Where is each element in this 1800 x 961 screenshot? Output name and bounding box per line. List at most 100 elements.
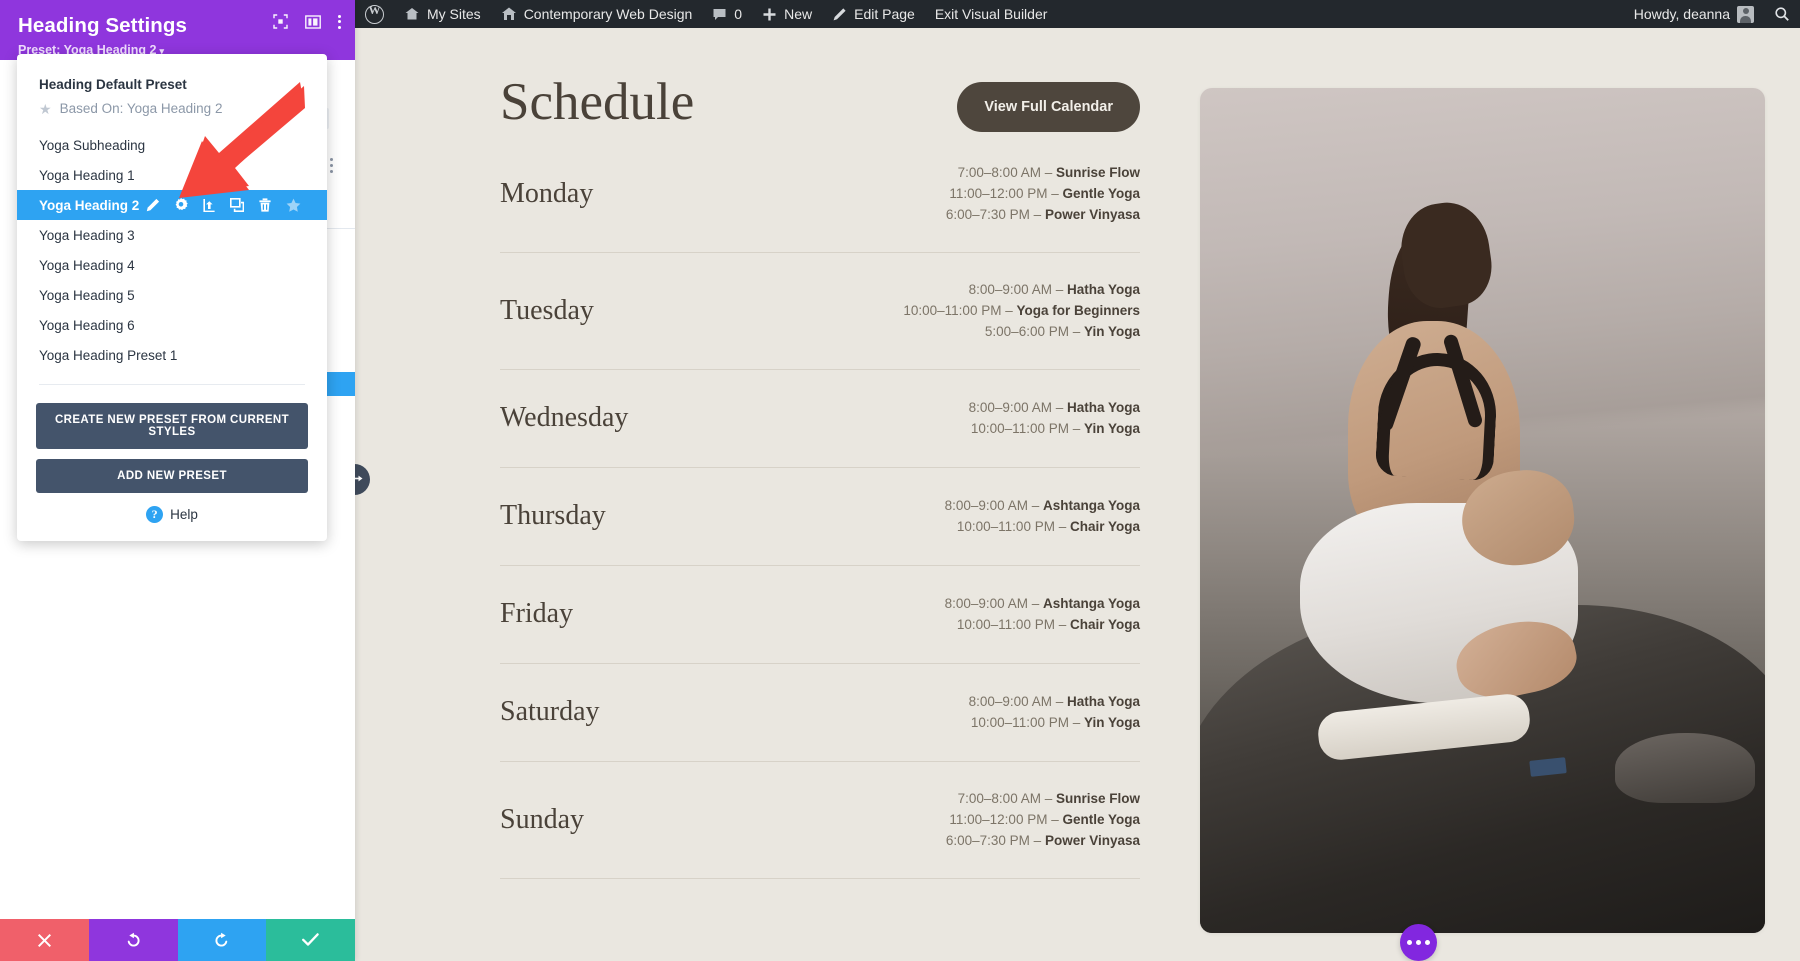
panel-row-kebab-icon[interactable] — [330, 158, 333, 173]
class-time: 10:00–11:00 PM — [971, 421, 1069, 436]
visual-builder-canvas: Schedule View Full Calendar Monday 7:00–8… — [355, 28, 1800, 961]
adminbar-account[interactable]: Howdy, deanna — [1624, 0, 1764, 28]
class-separator: – — [1001, 303, 1016, 318]
background-stone-shape — [1615, 733, 1755, 803]
class-name: Ashtanga Yoga — [1043, 596, 1140, 611]
kebab-dot — [338, 20, 341, 23]
schedule-day-name: Monday — [500, 178, 593, 210]
kebab-dot — [330, 170, 333, 173]
class-name: Chair Yoga — [1070, 617, 1140, 632]
wordpress-logo-icon — [365, 5, 384, 24]
class-separator: – — [1052, 694, 1067, 709]
preset-item-yoga-heading-preset-1[interactable]: Yoga Heading Preset 1 — [17, 340, 327, 370]
preset-item-yoga-heading-3[interactable]: Yoga Heading 3 — [17, 220, 327, 250]
close-x-icon — [37, 933, 52, 948]
settings-gear-icon[interactable] — [174, 198, 188, 212]
adminbar-search[interactable] — [1764, 0, 1800, 28]
schedule-class-line: 6:00–7:30 PM – Power Vinyasa — [946, 204, 1140, 225]
schedule-class-list: 7:00–8:00 AM – Sunrise Flow11:00–12:00 P… — [946, 788, 1140, 851]
schedule-class-line: 7:00–8:00 AM – Sunrise Flow — [946, 788, 1140, 809]
preset-item-yoga-subheading[interactable]: Yoga Subheading — [17, 130, 327, 160]
adminbar-exit-visual-builder[interactable]: Exit Visual Builder — [925, 0, 1058, 28]
cancel-button[interactable] — [0, 919, 89, 961]
schedule-class-line: 10:00–11:00 PM – Yin Yoga — [969, 418, 1140, 439]
floating-options-button[interactable] — [1400, 924, 1437, 961]
add-new-preset-button[interactable]: ADD NEW PRESET — [36, 459, 308, 493]
adminbar-wordpress-logo[interactable] — [355, 0, 394, 28]
adminbar-comments[interactable]: 0 — [702, 0, 752, 28]
star-icon: ★ — [39, 102, 52, 116]
class-time: 8:00–9:00 AM — [969, 694, 1052, 709]
schedule-class-line: 8:00–9:00 AM – Ashtanga Yoga — [945, 495, 1140, 516]
preset-item-actions — [146, 198, 305, 213]
responsive-preview-icon[interactable] — [273, 14, 288, 29]
adminbar-howdy-label: Howdy, deanna — [1634, 6, 1730, 22]
class-separator: – — [1055, 617, 1070, 632]
kebab-menu-icon[interactable] — [338, 15, 341, 29]
schedule-class-line: 8:00–9:00 AM – Hatha Yoga — [903, 279, 1140, 300]
preset-item-yoga-heading-5[interactable]: Yoga Heading 5 — [17, 280, 327, 310]
class-name: Gentle Yoga — [1062, 186, 1140, 201]
preset-item-label: Yoga Heading 4 — [39, 258, 135, 273]
class-name: Yin Yoga — [1084, 421, 1140, 436]
adminbar-new-label: New — [784, 6, 812, 22]
adminbar-new[interactable]: New — [752, 0, 822, 28]
redo-button[interactable] — [178, 919, 267, 961]
adminbar-edit-page[interactable]: Edit Page — [822, 0, 925, 28]
preset-dropdown-menu: Heading Default Preset ★ Based On: Yoga … — [17, 54, 327, 541]
undo-button[interactable] — [89, 919, 178, 961]
class-separator: – — [1030, 207, 1045, 222]
set-default-star-icon[interactable] — [286, 198, 301, 213]
class-name: Hatha Yoga — [1067, 282, 1140, 297]
class-separator: – — [1069, 715, 1084, 730]
search-icon — [1774, 6, 1790, 22]
plus-icon — [762, 7, 777, 22]
duplicate-icon[interactable] — [230, 198, 244, 212]
preset-item-yoga-heading-1[interactable]: Yoga Heading 1 — [17, 160, 327, 190]
class-time: 10:00–11:00 PM — [903, 303, 1001, 318]
rename-pencil-icon[interactable] — [146, 198, 160, 212]
help-link[interactable]: ? Help — [17, 506, 327, 523]
class-separator: – — [1047, 812, 1062, 827]
kebab-dot — [330, 164, 333, 167]
class-separator: – — [1028, 596, 1043, 611]
save-button[interactable] — [266, 919, 355, 961]
export-icon[interactable] — [202, 198, 216, 212]
adminbar-my-sites[interactable]: My Sites — [394, 0, 491, 28]
schedule-class-line: 11:00–12:00 PM – Gentle Yoga — [946, 183, 1140, 204]
hero-image-column — [1160, 58, 1740, 961]
default-preset-block: Heading Default Preset ★ Based On: Yoga … — [17, 68, 327, 118]
preset-item-yoga-heading-4[interactable]: Yoga Heading 4 — [17, 250, 327, 280]
delete-trash-icon[interactable] — [258, 198, 272, 212]
kebab-dot — [338, 26, 341, 29]
class-time: 7:00–8:00 AM — [958, 791, 1041, 806]
adminbar-site-name[interactable]: Contemporary Web Design — [491, 0, 703, 28]
class-separator: – — [1055, 519, 1070, 534]
schedule-day-row: Saturday8:00–9:00 AM – Hatha Yoga10:00–1… — [500, 664, 1140, 762]
class-name: Power Vinyasa — [1045, 207, 1140, 222]
layout-columns-icon[interactable] — [305, 15, 321, 29]
page-title: Schedule — [500, 76, 694, 129]
class-time: 10:00–11:00 PM — [971, 715, 1069, 730]
class-time: 8:00–9:00 AM — [969, 400, 1052, 415]
schedule-day-name: Wednesday — [500, 402, 628, 434]
class-time: 8:00–9:00 AM — [969, 282, 1052, 297]
panel-header: Heading Settings Preset: Yoga Heading 2▾ — [0, 0, 355, 60]
preset-item-label: Yoga Heading Preset 1 — [39, 348, 177, 363]
preset-item-yoga-heading-2[interactable]: Yoga Heading 2 — [17, 190, 327, 220]
kebab-dot — [338, 15, 341, 18]
hero-photo — [1200, 88, 1765, 933]
class-name: Yoga for Beginners — [1016, 303, 1140, 318]
view-full-calendar-button[interactable]: View Full Calendar — [957, 82, 1140, 132]
class-name: Yin Yoga — [1084, 715, 1140, 730]
preset-item-label: Yoga Heading 1 — [39, 168, 135, 183]
sites-icon — [404, 6, 420, 22]
ellipsis-dot — [1425, 940, 1430, 945]
checkmark-icon — [302, 933, 319, 947]
site-icon — [501, 6, 517, 22]
schedule-class-list: 8:00–9:00 AM – Hatha Yoga10:00–11:00 PM … — [969, 397, 1140, 439]
schedule-day-row: Thursday8:00–9:00 AM – Ashtanga Yoga10:0… — [500, 468, 1140, 566]
preset-item-yoga-heading-6[interactable]: Yoga Heading 6 — [17, 310, 327, 340]
adminbar-exit-label: Exit Visual Builder — [935, 6, 1048, 22]
create-new-preset-button[interactable]: CREATE NEW PRESET FROM CURRENT STYLES — [36, 403, 308, 449]
